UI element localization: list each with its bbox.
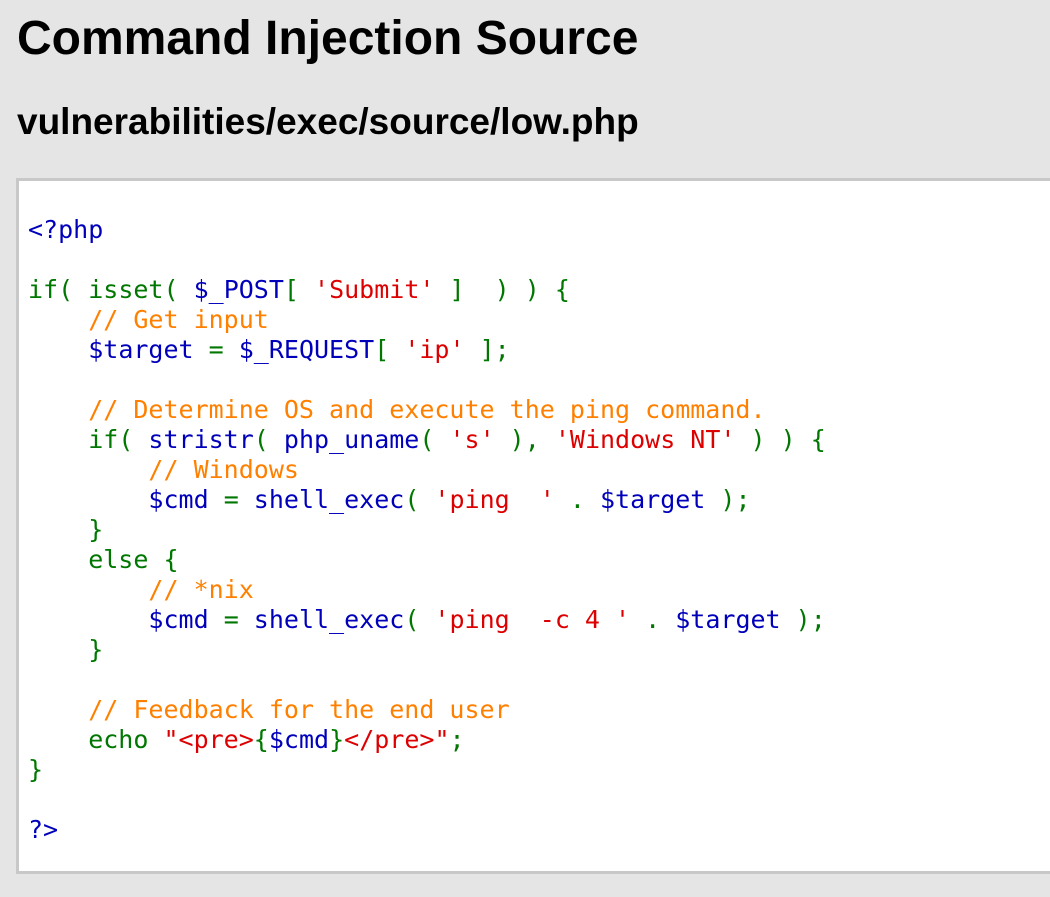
code-token: $target [88, 335, 209, 364]
php-source-code: <?php if( isset( $_POST[ 'Submit' ] ) ) {… [28, 215, 826, 845]
code-token: <?php [28, 215, 104, 244]
code-token: $cmd [268, 725, 330, 754]
code-token: if( [28, 425, 149, 454]
code-token: 'Windows NT' [554, 425, 736, 454]
code-line: // *nix [28, 575, 826, 605]
code-token: $_REQUEST [238, 335, 375, 364]
code-line: // Feedback for the end user [28, 695, 826, 725]
code-line: } [28, 515, 826, 545]
code-line: } [28, 635, 826, 665]
code-token: } [329, 725, 345, 754]
code-token: shell_exec [253, 605, 405, 634]
code-token: $target [675, 605, 796, 634]
code-token: // Feedback for the end user [28, 695, 510, 724]
code-token: [ [374, 335, 405, 364]
code-token: ]; [464, 335, 510, 364]
code-line: if( isset( $_POST[ 'Submit' ] ) ) { [28, 275, 826, 305]
code-token: $target [600, 485, 721, 514]
code-token: ?> [28, 815, 59, 844]
code-token: if( [28, 275, 89, 304]
code-token: // Get input [28, 305, 269, 334]
code-token: // *nix [28, 575, 254, 604]
code-token: ( [253, 425, 284, 454]
code-token: else { [28, 545, 179, 574]
code-token: ( [163, 275, 194, 304]
source-code-box: <?php if( isset( $_POST[ 'Submit' ] ) ) {… [16, 178, 1050, 874]
code-token: } [28, 755, 44, 784]
code-token: 'Submit' [314, 275, 435, 304]
code-token: 'ping -c 4 ' [434, 605, 631, 634]
code-line: $cmd = shell_exec( 'ping ' . $target ); [28, 485, 826, 515]
source-file-path: vulnerabilities/exec/source/low.php [17, 101, 639, 142]
code-token: [ [283, 275, 315, 304]
code-token: echo [28, 725, 164, 754]
code-token: " [163, 725, 179, 754]
code-token: 'ping ' [434, 485, 555, 514]
code-line: echo "<pre>{$cmd}</pre>"; [28, 725, 826, 755]
code-token: ] ) ) { [434, 275, 570, 304]
code-token: { [253, 725, 269, 754]
code-token: ), [494, 425, 555, 454]
code-token: isset [88, 275, 164, 304]
code-token: 'ip' [404, 335, 465, 364]
code-token: } [28, 515, 104, 544]
code-line: ?> [28, 815, 826, 845]
code-token: php_uname [283, 425, 420, 454]
code-token: $_POST [193, 275, 284, 304]
code-line: if( stristr( php_uname( 's' ), 'Windows … [28, 425, 826, 455]
code-token: // Determine OS and execute the ping com… [28, 395, 766, 424]
code-line: <?php [28, 215, 826, 245]
page-title: Command Injection Source [17, 12, 639, 65]
code-line: // Determine OS and execute the ping com… [28, 395, 826, 425]
code-token: ); [720, 485, 751, 514]
code-token: 's' [449, 425, 495, 454]
code-token: . [554, 485, 600, 514]
code-line: // Windows [28, 455, 826, 485]
code-token: " [434, 725, 450, 754]
code-token: . [630, 605, 676, 634]
code-token: // Windows [28, 455, 299, 484]
code-line: // Get input [28, 305, 826, 335]
code-token: stristr [148, 425, 254, 454]
code-token: = [223, 485, 254, 514]
code-token: <pre> [178, 725, 254, 754]
code-token: $cmd [148, 485, 224, 514]
code-line: $cmd = shell_exec( 'ping -c 4 ' . $targe… [28, 605, 826, 635]
code-token: ; [449, 725, 465, 754]
code-token: </pre> [344, 725, 435, 754]
code-line: else { [28, 545, 826, 575]
code-token: } [28, 635, 104, 664]
code-token: ) ) { [735, 425, 826, 454]
code-token: = [223, 605, 254, 634]
code-token: $cmd [148, 605, 224, 634]
code-token: ( [404, 485, 435, 514]
code-token: ); [795, 605, 826, 634]
code-line: } [28, 755, 826, 785]
code-token: ( [419, 425, 450, 454]
code-line: $target = $_REQUEST[ 'ip' ]; [28, 335, 826, 365]
code-token: = [208, 335, 239, 364]
code-token: ( [404, 605, 435, 634]
code-token: shell_exec [253, 485, 405, 514]
